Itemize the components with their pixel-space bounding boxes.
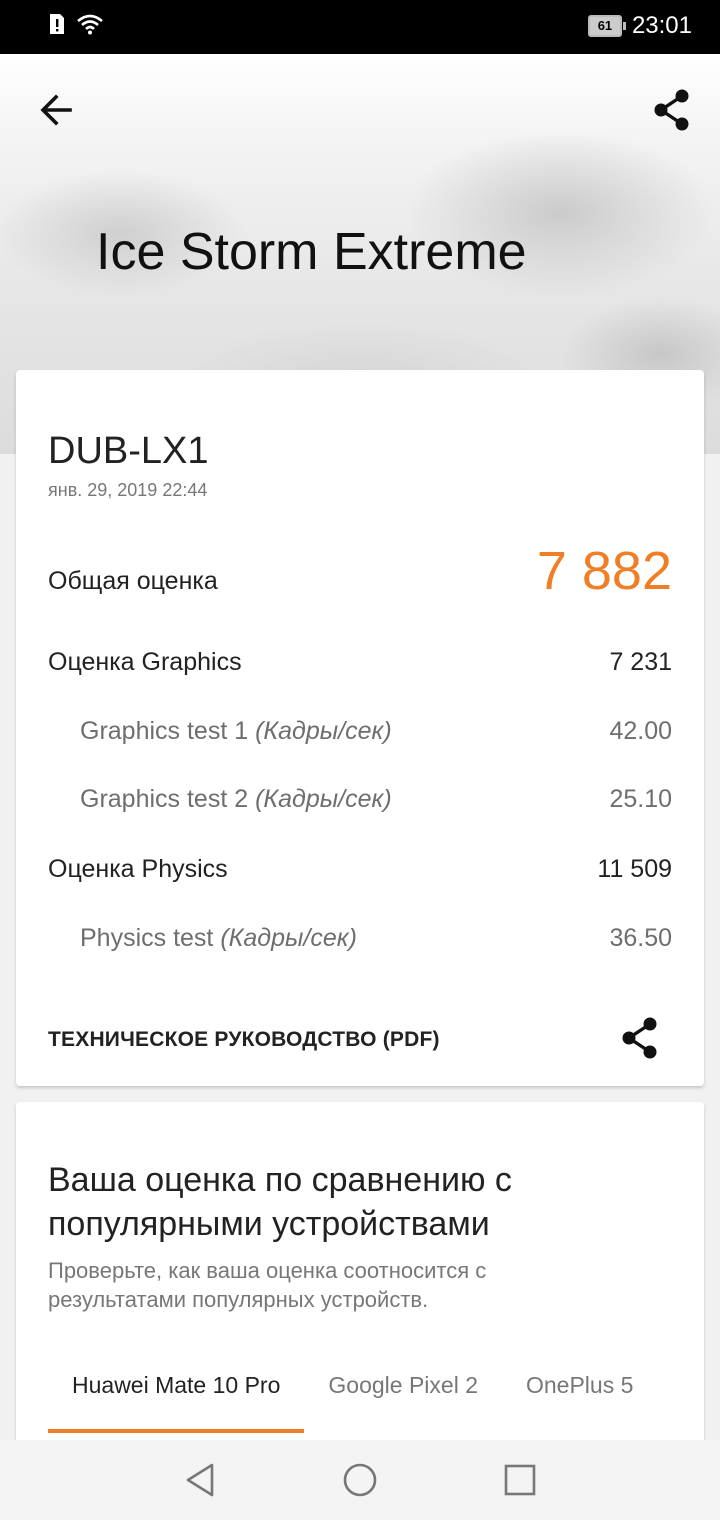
status-icons-left	[48, 13, 104, 35]
battery-icon: 61	[587, 15, 626, 37]
total-score-value: 7 882	[536, 541, 672, 601]
physics-score-row: Оценка Physics 11 509	[48, 855, 672, 884]
graphics-score-label: Оценка Graphics	[48, 648, 242, 676]
graphics-test-2-label: Graphics test 2 (Кадры/сек)	[80, 785, 392, 814]
physics-score-value: 11 509	[597, 855, 672, 883]
graphics-test-1-value: 42.00	[609, 717, 672, 745]
clock: 23:01	[631, 12, 692, 39]
comparison-description: Проверьте, как ваша оценка соотносится с…	[48, 1258, 487, 1312]
physics-score-label: Оценка Physics	[48, 855, 228, 883]
physics-test-row: Physics test (Кадры/сек) 36.50	[80, 924, 672, 953]
physics-test-value: 36.50	[609, 924, 672, 952]
tab-google-pixel-2[interactable]: Google Pixel 2	[304, 1358, 502, 1433]
graphics-test-1-label: Graphics test 1 (Кадры/сек)	[80, 717, 392, 746]
result-card: DUB-LX1 янв. 29, 2019 22:44 Общая оценка…	[16, 370, 704, 1086]
nav-home-icon[interactable]	[342, 1462, 378, 1498]
physics-test-name: Physics test	[80, 924, 214, 952]
share-icon[interactable]	[620, 1016, 660, 1060]
graphics-test-2-name: Graphics test 2	[80, 785, 249, 813]
graphics-score-row: Оценка Graphics 7 231	[48, 648, 672, 677]
result-date: янв. 29, 2019 22:44	[48, 480, 208, 500]
status-icons-right: 61 23:01	[587, 12, 692, 40]
benchmark-title: Ice Storm Extreme	[96, 223, 527, 281]
graphics-score-value: 7 231	[609, 648, 672, 676]
device-tabs: Huawei Mate 10 Pro Google Pixel 2 OnePlu…	[48, 1358, 657, 1433]
graphics-test-1-name: Graphics test 1	[80, 717, 249, 745]
share-icon[interactable]	[652, 88, 692, 132]
graphics-test-1-row: Graphics test 1 (Кадры/сек) 42.00	[80, 717, 672, 746]
graphics-test-2-row: Graphics test 2 (Кадры/сек) 25.10	[80, 785, 672, 814]
physics-test-unit: (Кадры/сек)	[220, 924, 357, 952]
navigation-bar	[0, 1440, 720, 1520]
graphics-test-2-value: 25.10	[609, 785, 672, 813]
nav-back-icon[interactable]	[182, 1462, 218, 1498]
physics-test-label: Physics test (Кадры/сек)	[80, 924, 357, 953]
device-name: DUB-LX1	[48, 430, 209, 472]
nav-recent-icon[interactable]	[502, 1462, 538, 1498]
tab-oneplus-5[interactable]: OnePlus 5	[502, 1358, 657, 1433]
comparison-title: Ваша оценка по сравнению с популярными у…	[48, 1161, 512, 1243]
total-score-row: Общая оценка 7 882	[48, 540, 672, 602]
total-score-label: Общая оценка	[48, 567, 218, 595]
wifi-icon	[77, 14, 103, 35]
battery-level: 61	[597, 18, 613, 33]
sim-alert-icon	[50, 14, 64, 34]
back-arrow-icon[interactable]	[36, 90, 76, 130]
graphics-test-1-unit: (Кадры/сек)	[255, 717, 392, 745]
graphics-test-2-unit: (Кадры/сек)	[255, 785, 392, 813]
tab-huawei-mate-10-pro[interactable]: Huawei Mate 10 Pro	[48, 1358, 305, 1433]
status-bar: 61 23:01	[0, 0, 720, 54]
technical-guide-pdf-link[interactable]: ТЕХНИЧЕСКОЕ РУКОВОДСТВО (PDF)	[48, 1028, 440, 1052]
